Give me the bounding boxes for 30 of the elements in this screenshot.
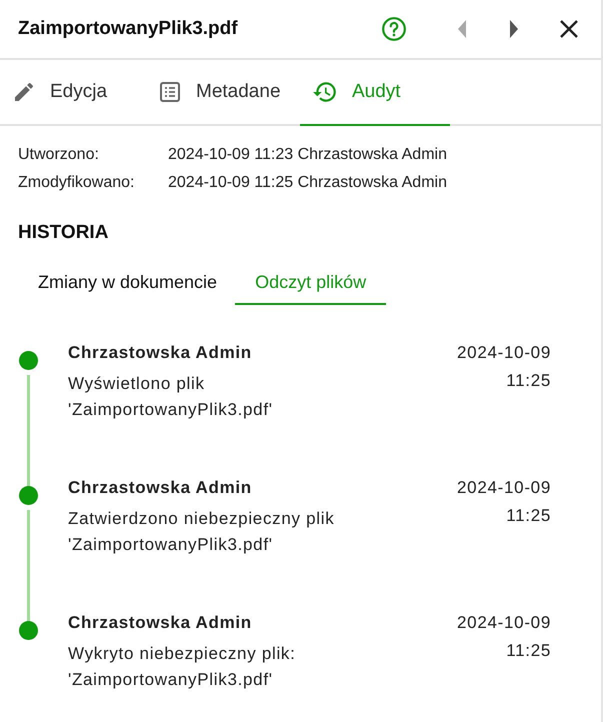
list-icon <box>158 80 182 104</box>
event-user: Chrzastowska Admin <box>68 478 253 498</box>
event-message: Wyświetlono plik 'ZaimportowanyPlik3.pdf' <box>68 373 274 421</box>
document-title: ZaimportowanyPlik3.pdf <box>18 18 239 40</box>
tab[interactable]: Audyt <box>300 60 450 126</box>
event-user: Chrzastowska Admin <box>68 613 253 633</box>
timeline-dot <box>18 351 38 370</box>
event-time: 11:25 <box>506 371 551 391</box>
timeline-dot <box>18 486 38 505</box>
event-date: 2024-10-09 <box>457 613 551 633</box>
event-time: 11:25 <box>506 641 551 661</box>
tab[interactable]: Metadane <box>150 60 300 126</box>
event-message: Zatwierdzono niebezpieczny plik 'ZaimportowanyPlik3.pdf' <box>68 508 336 556</box>
field-label: Zmodyfikowano: <box>18 174 136 192</box>
event-date: 2024-10-09 <box>457 343 551 363</box>
event-user: Chrzastowska Admin <box>68 343 253 363</box>
field-label: Utworzono: <box>18 146 100 164</box>
tab[interactable]: Zmiany w dokumencie <box>20 266 236 305</box>
event-time: 11:25 <box>506 506 551 526</box>
pencil-icon <box>12 80 36 104</box>
timeline-dot <box>18 621 38 640</box>
left-triangle-icon <box>455 18 469 40</box>
event-message: Wykryto niebezpieczny plik: 'ZaimportowanyPlik3.pdf' <box>68 643 297 691</box>
field-value: 2024-10-09 11:25 Chrzastowska Admin <box>168 174 447 192</box>
tab[interactable]: Edycja <box>0 60 150 126</box>
event-date: 2024-10-09 <box>457 478 551 498</box>
right-triangle-icon <box>507 18 521 40</box>
field-value: 2024-10-09 11:23 Chrzastowska Admin <box>168 146 447 164</box>
tab[interactable]: Odczyt plików <box>235 266 386 305</box>
section-title: HISTORIA <box>17 221 110 244</box>
